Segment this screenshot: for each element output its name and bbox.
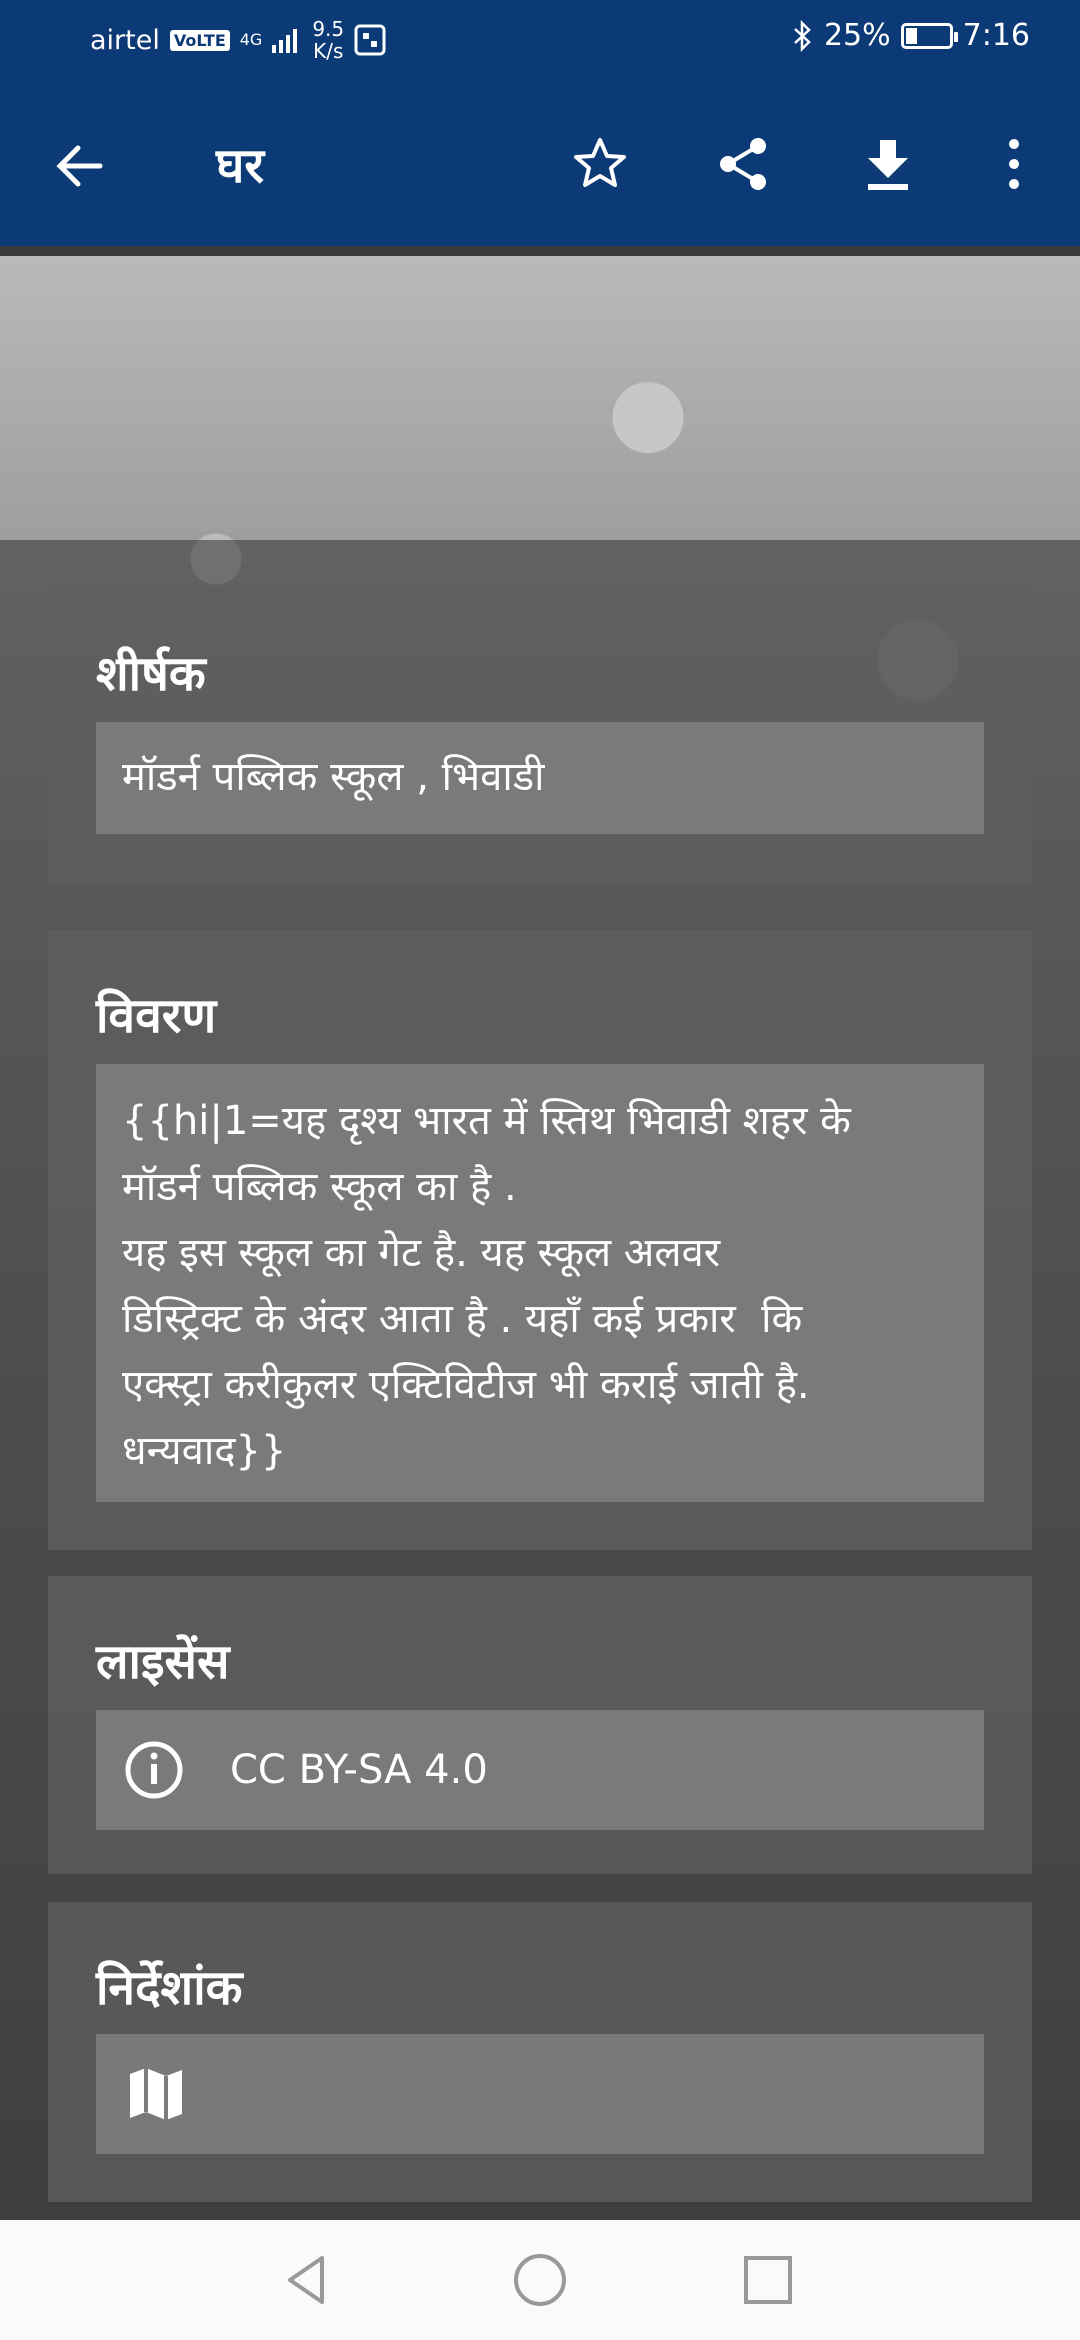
- info-icon: [125, 1741, 183, 1799]
- description-field: {{hi|1=यह दृश्य भारत में स्तिथ भिवाडी शह…: [96, 1064, 984, 1502]
- title-card: शीर्षक मॉडर्न पब्लिक स्कूल , भिवाडी: [48, 588, 1032, 884]
- carrier-name: airtel: [90, 24, 160, 56]
- clock: 7:16: [962, 18, 1030, 53]
- download-icon[interactable]: [856, 132, 920, 196]
- title-heading: शीर्षक: [96, 646, 206, 702]
- description-card: विवरण {{hi|1=यह दृश्य भारत में स्तिथ भिव…: [48, 930, 1032, 1550]
- system-nav-bar: [0, 2220, 1080, 2340]
- more-icon[interactable]: [982, 132, 1046, 196]
- data-saver-icon: [354, 24, 386, 56]
- description-value: {{hi|1=यह दृश्य भारत में स्तिथ भिवाडी शह…: [122, 1098, 851, 1474]
- volte-badge: VoLTE: [169, 29, 230, 51]
- speed-unit: K/s: [313, 39, 344, 63]
- license-card: लाइसेंस CC BY-SA 4.0: [48, 1576, 1032, 1874]
- map-icon: [130, 2068, 182, 2120]
- description-heading: विवरण: [96, 988, 217, 1044]
- license-value: CC BY-SA 4.0: [230, 1747, 488, 1793]
- network-speed: 9.5 K/s: [312, 18, 344, 62]
- battery-percent: 25%: [823, 18, 891, 53]
- nav-home-icon[interactable]: [510, 2250, 570, 2310]
- share-icon[interactable]: [712, 132, 776, 196]
- nav-recent-icon[interactable]: [738, 2250, 798, 2310]
- app-bar: घर: [0, 80, 1080, 246]
- status-bar: airtel VoLTE 4G 9.5 K/s 25% 7:16: [0, 0, 1080, 80]
- page-title: घर: [216, 138, 265, 194]
- network-type: 4G: [239, 30, 263, 49]
- coordinates-card: निर्देशांक: [48, 1902, 1032, 2202]
- coordinates-heading: निर्देशांक: [96, 1960, 243, 2016]
- signal-icon: [272, 29, 298, 53]
- title-value: मॉडर्न पब्लिक स्कूल , भिवाडी: [122, 754, 545, 800]
- battery-icon: [900, 22, 958, 49]
- nav-back-icon[interactable]: [278, 2250, 338, 2310]
- back-icon[interactable]: [48, 134, 112, 198]
- license-heading: लाइसेंस: [96, 1634, 230, 1690]
- title-field: मॉडर्न पब्लिक स्कूल , भिवाडी: [96, 722, 984, 834]
- coordinates-field[interactable]: [96, 2034, 984, 2154]
- status-left: airtel VoLTE 4G 9.5 K/s: [90, 18, 386, 62]
- license-field[interactable]: CC BY-SA 4.0: [96, 1710, 984, 1830]
- speed-value: 9.5: [312, 17, 345, 41]
- star-icon[interactable]: [568, 132, 632, 196]
- status-right: 25% 7:16: [792, 18, 1030, 53]
- bluetooth-icon: [794, 19, 811, 52]
